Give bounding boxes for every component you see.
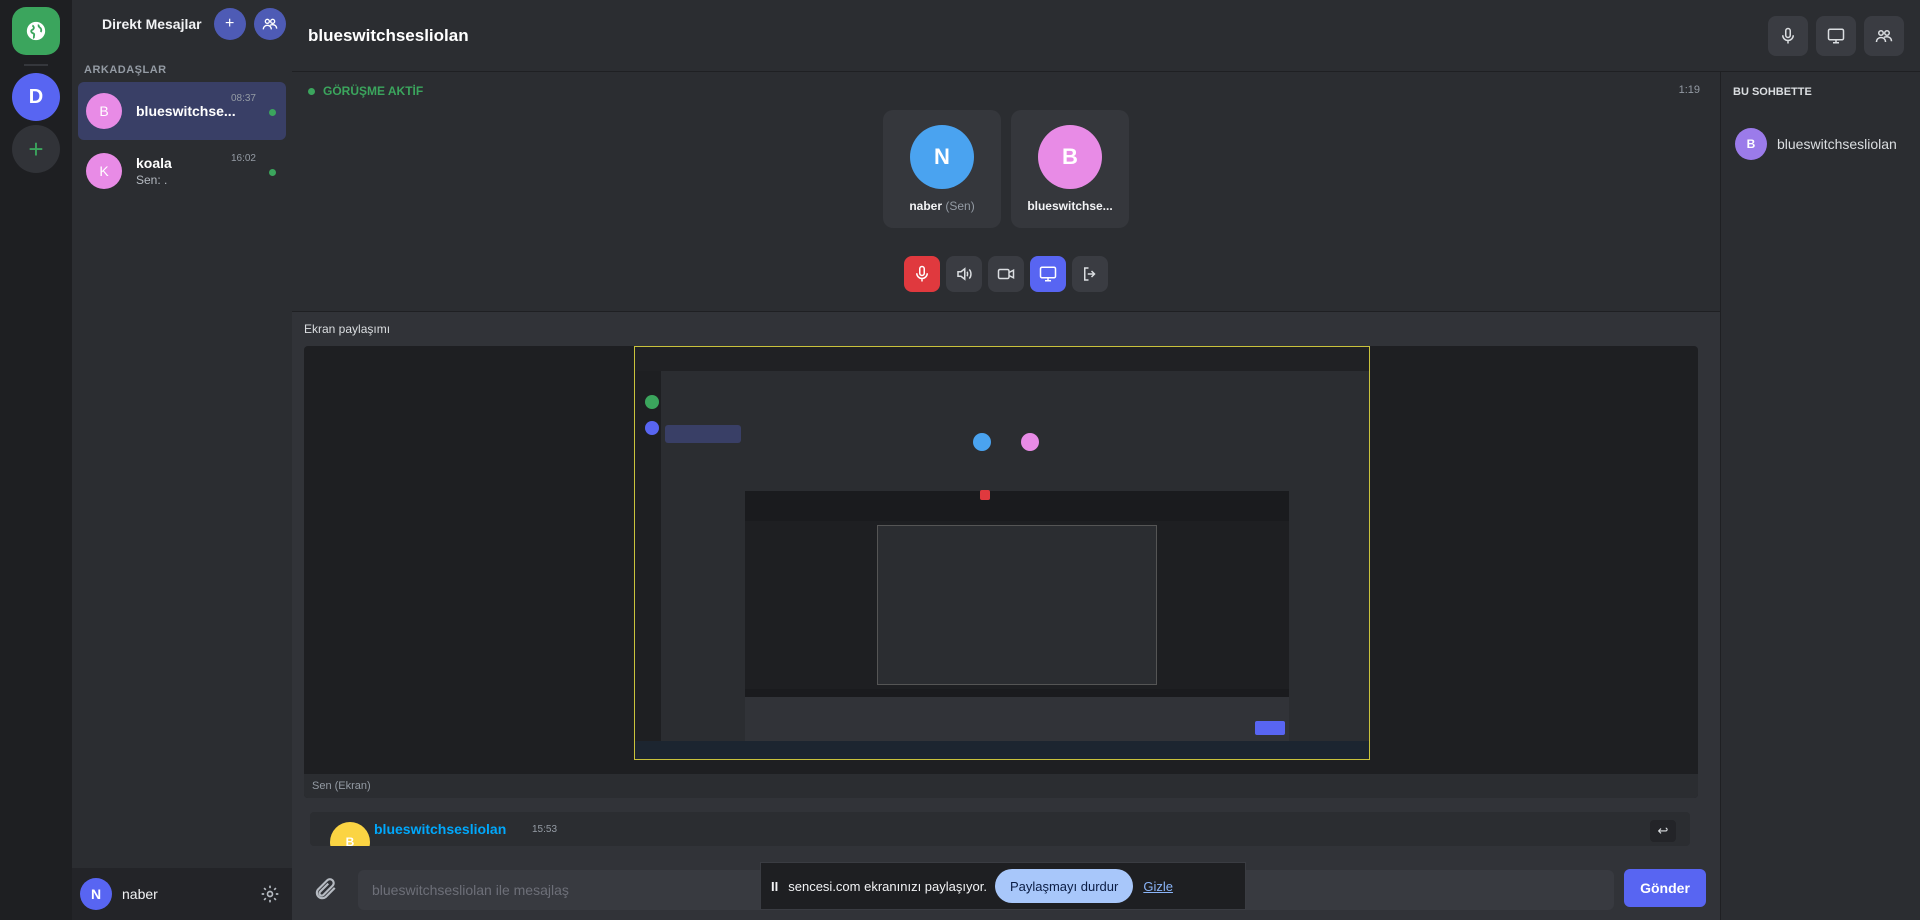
dm-sidebar: Direkt Mesajlar + ARKADAŞLAR B blueswitc…: [72, 0, 292, 920]
server-d-button[interactable]: D: [12, 73, 60, 121]
participant-tile: B blueswitchse...: [1011, 110, 1129, 228]
dm-preview: Sen: .: [136, 173, 168, 187]
monitor-icon: [1827, 28, 1845, 44]
avatar: N: [910, 125, 974, 189]
call-status: GÖRÜŞME AKTİF: [308, 84, 423, 98]
avatar: B: [330, 822, 370, 846]
participant-tile: N naber (Sen): [883, 110, 1001, 228]
screen-share-title: Ekran paylaşımı: [304, 322, 391, 336]
hide-link[interactable]: Gizle: [1143, 879, 1173, 894]
online-indicator: [269, 169, 276, 176]
add-server-button[interactable]: +: [12, 125, 60, 173]
share-message: sencesi.com ekranınızı paylaşıyor.: [788, 878, 987, 894]
voice-call-button[interactable]: [1768, 16, 1808, 56]
screen-share-notification: II sencesi.com ekranınızı paylaşıyor. Pa…: [760, 862, 1246, 910]
members-title: BU SOHBETTE: [1733, 86, 1812, 98]
preview-taskbar: [635, 741, 1369, 759]
dm-name: blueswitchse...: [136, 103, 236, 119]
user-panel: N naber: [72, 868, 292, 920]
members-button[interactable]: [1864, 16, 1904, 56]
participant-name: naber: [909, 199, 942, 213]
leave-call-button[interactable]: [1072, 256, 1108, 292]
message-time: 15:53: [532, 824, 558, 835]
preview-avatar: [973, 433, 991, 451]
stop-sharing-button[interactable]: Paylaşmayı durdur: [994, 869, 1134, 903]
avatar: B: [86, 93, 122, 129]
shared-screen-preview: [634, 346, 1370, 760]
paperclip-icon[interactable]: [312, 876, 338, 902]
share-screen-toggle[interactable]: [1030, 256, 1066, 292]
preview-nested-screen: [877, 525, 1157, 685]
new-dm-button[interactable]: +: [213, 8, 246, 40]
avatar: B: [1735, 128, 1767, 160]
reply-icon: ↩: [1657, 823, 1669, 838]
members-panel: BU SOHBETTE B blueswitchsesliolan: [1720, 72, 1920, 920]
call-panel: GÖRÜŞME AKTİF 1:19 N naber (Sen) B blues…: [292, 72, 1720, 312]
main-panel: blueswitchsesliolan GÖRÜŞME AKTİF 1:19 N: [292, 0, 1920, 920]
member-name: blueswitchsesliolan: [1777, 136, 1897, 152]
page-title: blueswitchsesliolan: [308, 25, 469, 45]
pause-icon: II: [771, 878, 779, 894]
camera-icon: [997, 268, 1015, 280]
preview-browser-chrome: [635, 347, 1369, 371]
dm-name: koala: [136, 155, 172, 171]
users-icon: [1875, 30, 1893, 43]
friends-button[interactable]: [253, 8, 286, 40]
participant-self-tag: (Sen): [945, 199, 975, 213]
preview-send: [1255, 721, 1285, 735]
globe-icon: [26, 21, 46, 41]
user-name: naber: [122, 886, 158, 902]
dm-time: 08:37: [230, 93, 256, 104]
call-duration: 1:19: [1678, 84, 1700, 96]
dm-item-koala[interactable]: K koala Sen: . 16:02: [78, 142, 286, 200]
gear-icon[interactable]: [260, 884, 280, 904]
preview-composer: [745, 697, 1289, 741]
online-indicator: [269, 109, 276, 116]
home-button[interactable]: [12, 7, 60, 55]
status-dot: [308, 87, 315, 95]
mute-button[interactable]: [904, 256, 940, 292]
participant-name: blueswitchse...: [1027, 199, 1113, 213]
dm-time: 16:02: [230, 153, 256, 164]
top-bar: blueswitchsesliolan: [292, 0, 1920, 72]
app-window: D + Direkt Mesajlar + ARKADAŞLAR B blues…: [0, 0, 1920, 920]
users-icon: [262, 18, 277, 30]
dm-item-blueswitch[interactable]: B blueswitchse... 08:37: [78, 82, 286, 140]
avatar: N: [80, 878, 112, 910]
preview-dm-active: [665, 425, 741, 443]
call-status-text: GÖRÜŞME AKTİF: [323, 84, 424, 98]
member-item[interactable]: B blueswitchsesliolan: [1735, 128, 1897, 160]
screen-share-button[interactable]: [1816, 16, 1856, 56]
send-button[interactable]: Gönder: [1624, 869, 1706, 907]
message: B blueswitchsesliolan 15:53 ↩: [310, 812, 1690, 846]
dm-title: Direkt Mesajlar: [102, 16, 202, 32]
logout-icon: [1084, 267, 1096, 281]
plus-icon: +: [224, 15, 235, 32]
dm-list: B blueswitchse... 08:37 K koala Sen: . 1…: [78, 82, 286, 202]
preview-home: [645, 395, 659, 409]
camera-button[interactable]: [988, 256, 1024, 292]
speaker-button[interactable]: [946, 256, 982, 292]
rail-separator: [24, 64, 48, 66]
screen-share-caption: Sen (Ekran): [304, 774, 1698, 798]
dm-header: Direkt Mesajlar +: [72, 0, 292, 48]
reply-button[interactable]: ↩: [1650, 820, 1676, 842]
server-rail: D +: [0, 0, 72, 920]
chat-content: GÖRÜŞME AKTİF 1:19 N naber (Sen) B blues…: [292, 72, 1720, 920]
preview-mute: [980, 490, 990, 500]
speaker-icon: [957, 267, 972, 281]
preview-call: [745, 401, 1289, 491]
avatar: B: [1038, 125, 1102, 189]
microphone-icon: [1782, 27, 1794, 44]
microphone-icon: [916, 265, 928, 282]
preview-avatar: [1021, 433, 1039, 451]
monitor-icon: [1039, 266, 1057, 282]
preview-topbar: [745, 371, 1289, 401]
preview-server: [645, 421, 659, 435]
avatar: K: [86, 153, 122, 189]
message-author[interactable]: blueswitchsesliolan: [374, 821, 506, 837]
preview-members: [1289, 371, 1369, 741]
screen-share-viewer: Sen (Ekran): [304, 346, 1698, 798]
